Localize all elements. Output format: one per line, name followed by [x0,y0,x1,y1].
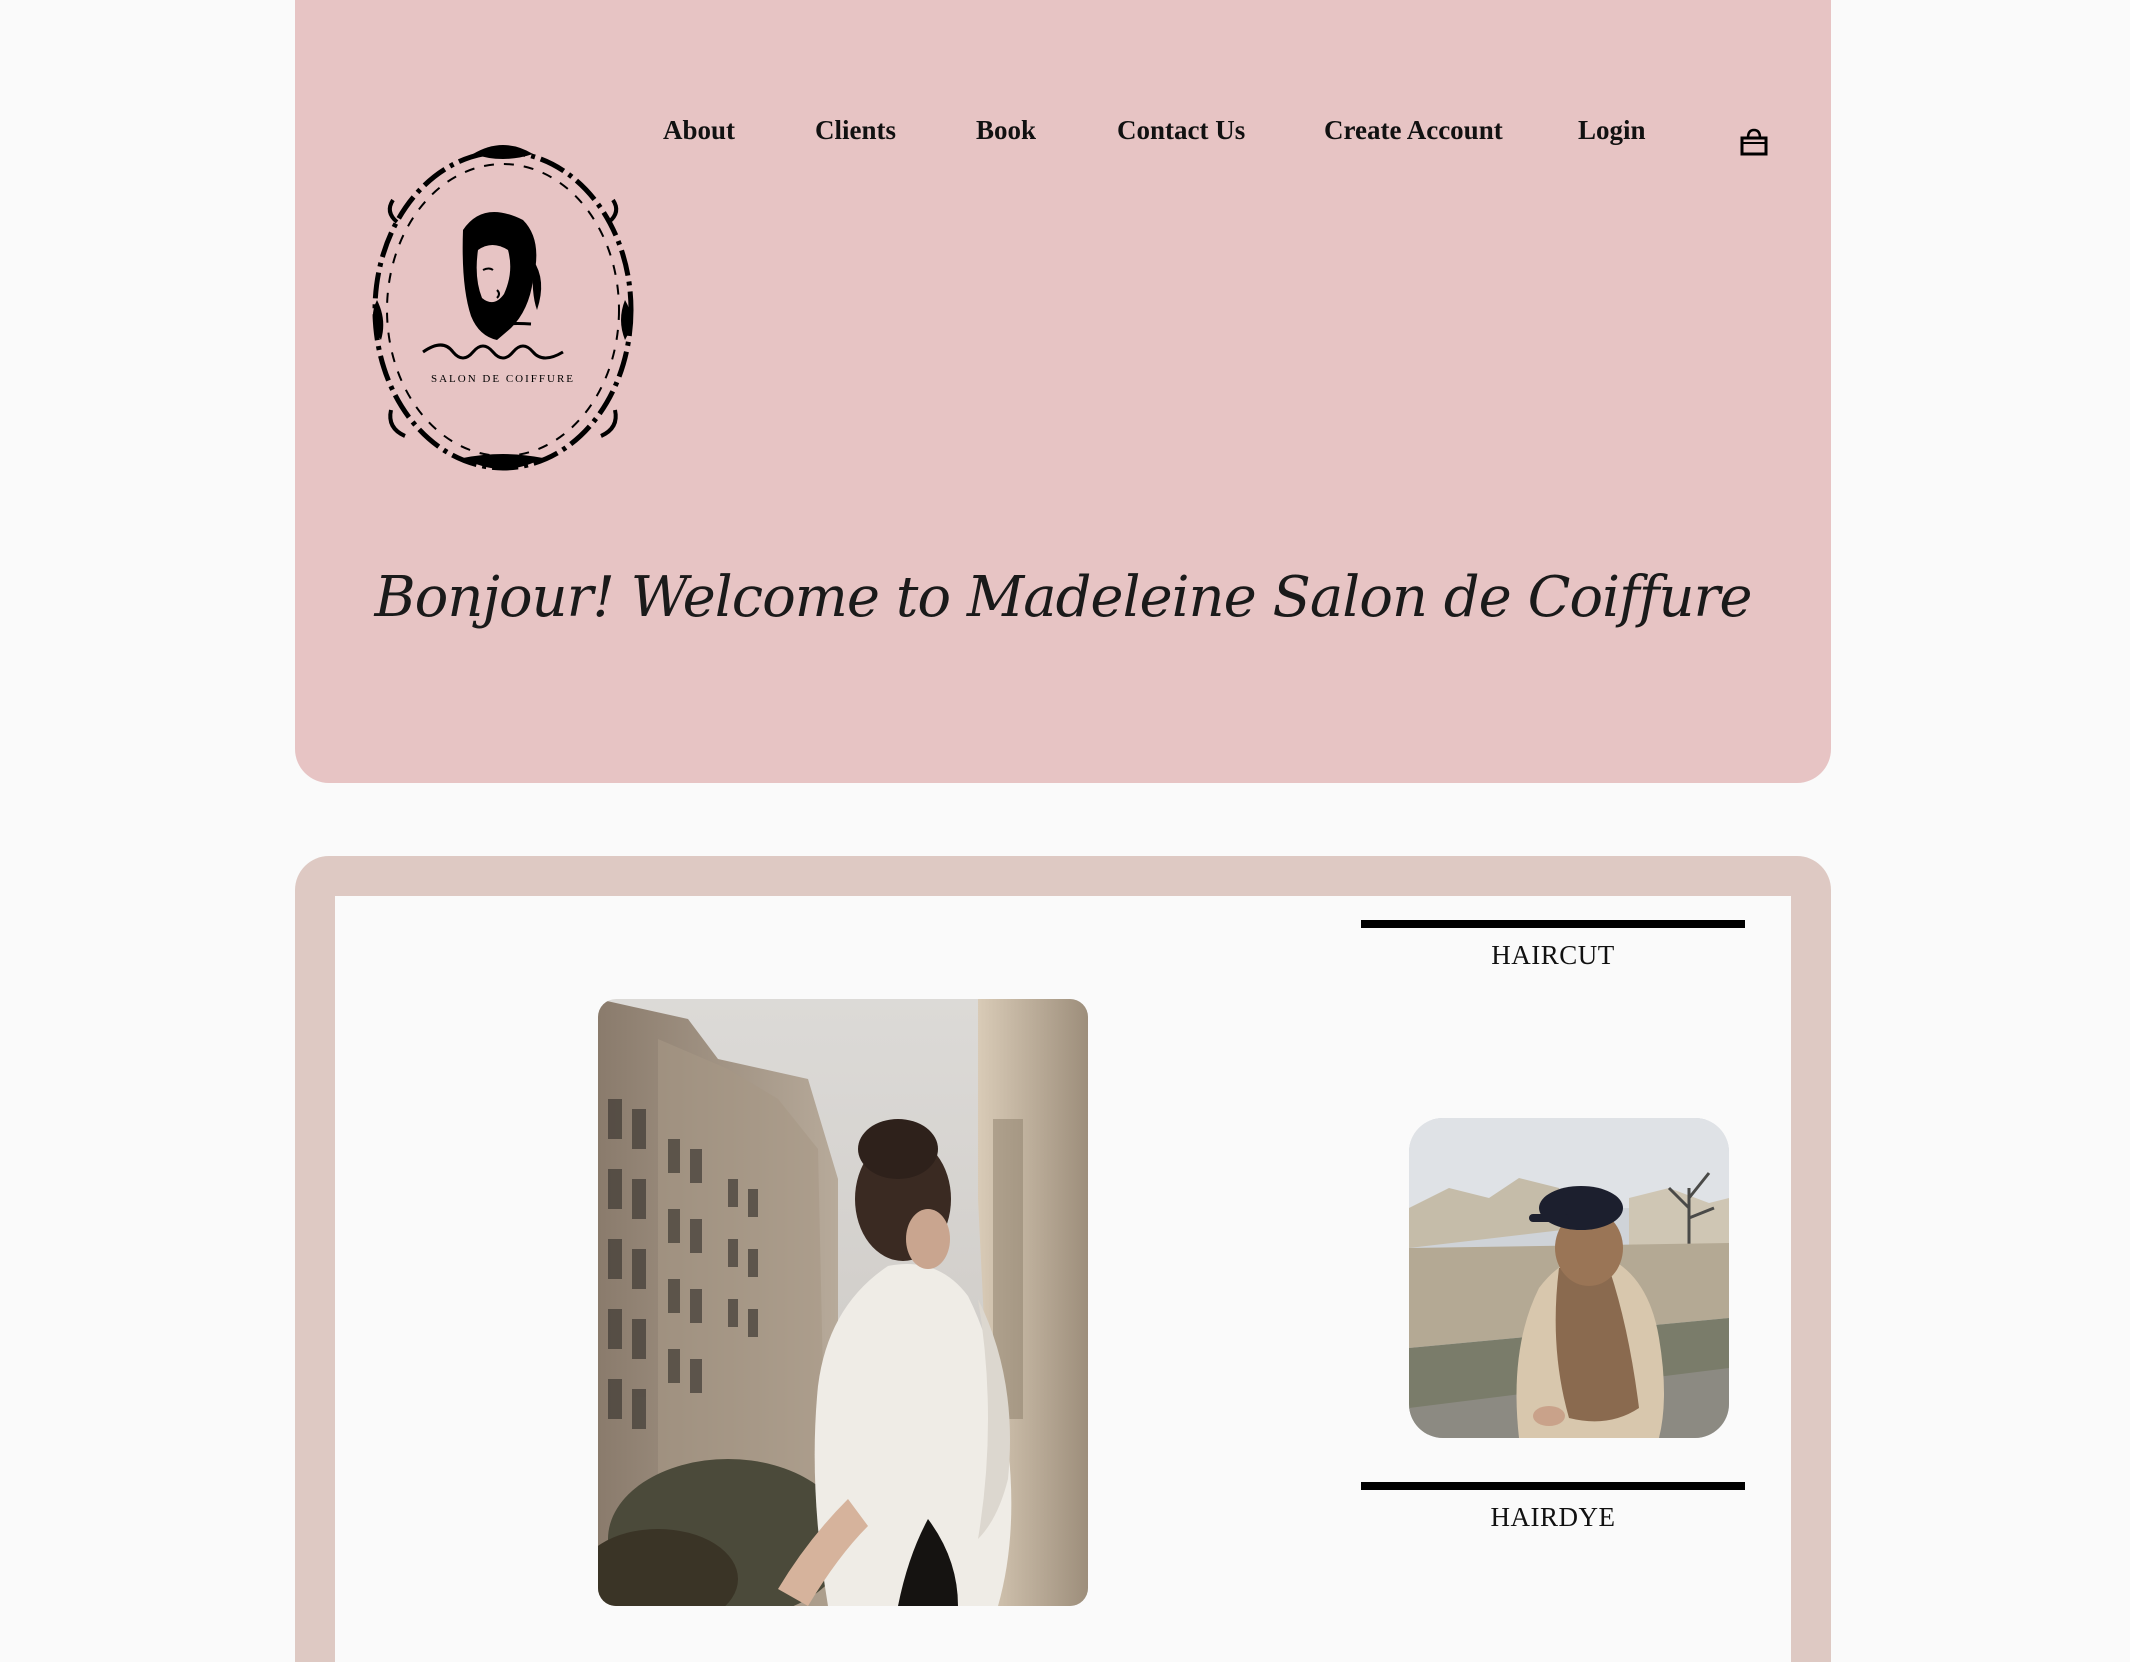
main-nav: About Clients Book Contact Us Create Acc… [295,115,1831,155]
welcome-heading: Bonjour! Welcome to Madeleine Salon de C… [374,565,1753,630]
services-inner: HAIRCUT HAIRDYE [335,896,1791,1662]
nav-book[interactable]: Book [976,115,1036,146]
haircut-photo[interactable] [1409,1118,1729,1438]
services-section: HAIRCUT HAIRDYE [295,856,1831,1662]
nav-clients[interactable]: Clients [815,115,896,146]
salon-logo[interactable]: SALON DE COIFFURE [363,140,643,480]
service-divider [1361,1482,1745,1490]
shopping-bag-icon[interactable] [1739,128,1769,156]
service-title: HAIRDYE [1490,1502,1616,1532]
service-divider [1361,920,1745,928]
main-photo [598,999,1088,1606]
service-title: HAIRCUT [1491,940,1615,970]
page: SALON DE COIFFURE About Clients Book Con… [0,0,2130,1662]
service-haircut[interactable]: HAIRCUT [1361,920,1745,971]
header-banner: SALON DE COIFFURE About Clients Book Con… [295,0,1831,783]
nav-create-account[interactable]: Create Account [1324,115,1503,146]
service-hairdye[interactable]: HAIRDYE [1361,1482,1745,1533]
nav-contact-us[interactable]: Contact Us [1117,115,1245,146]
nav-about[interactable]: About [663,115,735,146]
nav-login[interactable]: Login [1578,115,1646,146]
logo-caption: SALON DE COIFFURE [431,373,575,385]
